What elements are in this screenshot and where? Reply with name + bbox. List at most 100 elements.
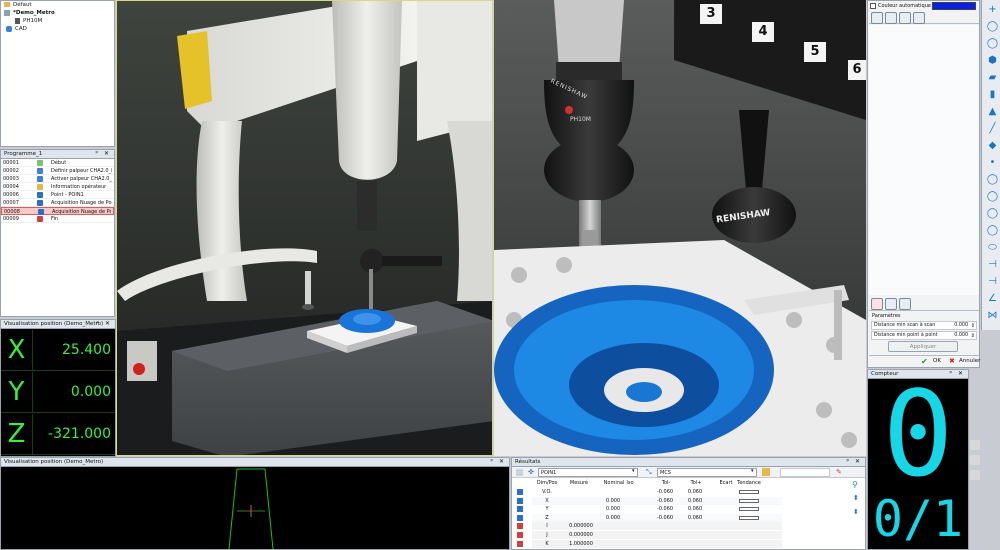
- result-type-icon: [517, 497, 523, 504]
- program-row[interactable]: 00008 Acquisition Nuage de Po: [1, 207, 114, 215]
- color-swatch[interactable]: [932, 2, 976, 10]
- distance-icon[interactable]: ⊣: [986, 275, 999, 288]
- results-row[interactable]: Y 0.000 -0.060 0.060: [517, 505, 782, 514]
- circle-icon[interactable]: ◯: [986, 20, 999, 33]
- cylinder-icon[interactable]: ▮: [986, 88, 999, 101]
- bottom-view-title: Visualisation position (Demo_Metro) ᵖ ✕: [1, 458, 509, 467]
- program-row[interactable]: 00001 Début: [1, 159, 114, 167]
- circle-icon[interactable]: ◯: [986, 207, 999, 220]
- chevron-down-icon[interactable]: ▾: [751, 468, 754, 474]
- line-icon[interactable]: ╱: [986, 122, 999, 135]
- program-row-label: Point - POIN1: [51, 192, 84, 198]
- position-row-z: Z -321.000: [1, 414, 115, 455]
- ok-button[interactable]: OK: [933, 358, 941, 364]
- cone-icon[interactable]: ▲: [986, 105, 999, 118]
- results-row[interactable]: X 0.000 -0.060 0.060: [517, 496, 782, 505]
- trend-bar: [739, 498, 759, 503]
- auto-color-checkbox[interactable]: [870, 3, 876, 9]
- axis-value: 0.000: [70, 384, 111, 400]
- probe-tool-icon[interactable]: [871, 12, 883, 24]
- program-panel: Programme_1 ᵖ ✕ 00001 Début 00002 Définir p…: [0, 149, 115, 317]
- properties-empty-area: [869, 25, 979, 295]
- spinner-icon[interactable]: ⇕: [971, 322, 975, 330]
- param-value-input[interactable]: 0.000: [954, 322, 968, 330]
- position-row-y: Y 0.000: [1, 372, 115, 413]
- program-row-number: 00001: [3, 160, 19, 166]
- params-title: Paramètres: [872, 313, 901, 319]
- program-step-icon: [37, 176, 43, 182]
- edit-icon[interactable]: ✎: [836, 468, 842, 476]
- apply-button[interactable]: Appliquer: [888, 341, 958, 352]
- program-row[interactable]: 00009 Fin: [1, 215, 114, 223]
- scan-tool-icon[interactable]: [885, 12, 897, 24]
- side-icon[interactable]: [970, 470, 980, 480]
- tree-item-demo-metro[interactable]: *Demo_Metro: [1, 9, 114, 17]
- pin-close-icon[interactable]: ᵖ ✕: [96, 320, 112, 328]
- left-3d-viewport[interactable]: [116, 0, 493, 456]
- param-value-input[interactable]: 0.000: [954, 332, 968, 340]
- symmetry-icon[interactable]: ⋈: [986, 309, 999, 322]
- circle-icon[interactable]: ◯: [986, 173, 999, 186]
- result-cell-nominal: 0.000: [605, 514, 621, 521]
- params-tab-icon[interactable]: [885, 298, 897, 310]
- auto-color-label: Couleur automatique: [878, 3, 931, 9]
- tree-item-cad[interactable]: CAD: [1, 25, 114, 33]
- pin-close-icon[interactable]: ᵖ ✕: [95, 150, 111, 158]
- probe-closeup-svg: [494, 0, 866, 456]
- filter-tool-icon[interactable]: [899, 12, 911, 24]
- program-row[interactable]: 00004 Information opérateur: [1, 183, 114, 191]
- right-3d-viewport[interactable]: 3 4 5 6 RENISHAW PH10M RENISHAW: [494, 0, 866, 456]
- point-icon[interactable]: •: [986, 156, 999, 169]
- results-toolbar: ✜ POIN1 ▾ ⤡ MCS ▾ ✎: [512, 467, 865, 478]
- angle-icon[interactable]: ∠: [986, 292, 999, 305]
- side-icon[interactable]: [970, 455, 980, 465]
- grid-icon[interactable]: [762, 468, 770, 476]
- cancel-button[interactable]: Annuler: [959, 358, 980, 364]
- spinner-icon[interactable]: ⇕: [971, 332, 975, 340]
- plane-icon[interactable]: ▰: [986, 71, 999, 84]
- feature-select[interactable]: POIN1: [538, 468, 638, 477]
- program-row-number: 00003: [3, 176, 19, 182]
- move-icon[interactable]: ⬍: [853, 508, 859, 516]
- feature-toolbar: + ◯ ◯ ⬢ ▰ ▮ ▲ ╱ ◆ • ◯ ◯ ◯ ◯ ⬭ ⊣ ⊣ ∠ ⋈: [981, 0, 1000, 330]
- zoom-icon[interactable]: ⚲: [852, 480, 858, 489]
- results-row[interactable]: V.O. -0.060 0.060: [517, 488, 782, 496]
- params-tab-icon[interactable]: [871, 298, 883, 310]
- circle-icon[interactable]: ◯: [986, 37, 999, 50]
- side-icon[interactable]: [970, 440, 980, 450]
- feature-pin-icon[interactable]: ✜: [528, 468, 534, 476]
- program-row[interactable]: 00002 Définir palpeur CHA2.0_B0: [1, 167, 114, 175]
- tree-item-defaut[interactable]: Défaut: [1, 1, 114, 9]
- tree-item-ph10m[interactable]: PH10M: [1, 17, 114, 25]
- ellipse-icon[interactable]: ⬭: [986, 241, 999, 254]
- pin-close-icon[interactable]: ᵖ ✕: [490, 458, 506, 466]
- z-ram: [332, 1, 402, 180]
- program-row[interactable]: 00003 Activer palpeur CHA2.0_B0: [1, 175, 114, 183]
- sphere-icon[interactable]: ⬢: [986, 54, 999, 67]
- program-row[interactable]: 00007 Acquisition Nuage de Points: [1, 199, 114, 207]
- move-icon[interactable]: ⬍: [853, 494, 859, 502]
- plus-icon[interactable]: +: [986, 3, 999, 16]
- tolerance-input[interactable]: [780, 468, 830, 477]
- chevron-down-icon[interactable]: ▾: [632, 468, 635, 474]
- results-icon[interactable]: [516, 469, 523, 476]
- settings-tool-icon[interactable]: [913, 12, 925, 24]
- circle-icon[interactable]: ◯: [986, 190, 999, 203]
- reference-select[interactable]: MCS: [657, 468, 757, 477]
- distance-icon[interactable]: ⊣: [986, 258, 999, 271]
- surface-icon[interactable]: ◆: [986, 139, 999, 152]
- results-row[interactable]: I 0.000000: [517, 522, 782, 531]
- rack-port-5: 5: [804, 42, 826, 62]
- program-row-number: 00006: [3, 192, 19, 198]
- results-row[interactable]: K 1.000000: [517, 539, 782, 548]
- pin-close-icon[interactable]: ᵖ ✕: [846, 458, 862, 466]
- cmm-scene-svg: [117, 1, 492, 455]
- properties-toolbar: [869, 12, 979, 24]
- results-row[interactable]: Z 0.000 -0.060 0.060: [517, 513, 782, 522]
- probe-head: [357, 181, 377, 231]
- program-row[interactable]: 00006 Point - POIN1: [1, 191, 114, 199]
- params-tab-icon[interactable]: [899, 298, 911, 310]
- circle-icon[interactable]: ◯: [986, 224, 999, 237]
- result-type-icon: [517, 514, 523, 521]
- results-row[interactable]: J 0.000000: [517, 531, 782, 539]
